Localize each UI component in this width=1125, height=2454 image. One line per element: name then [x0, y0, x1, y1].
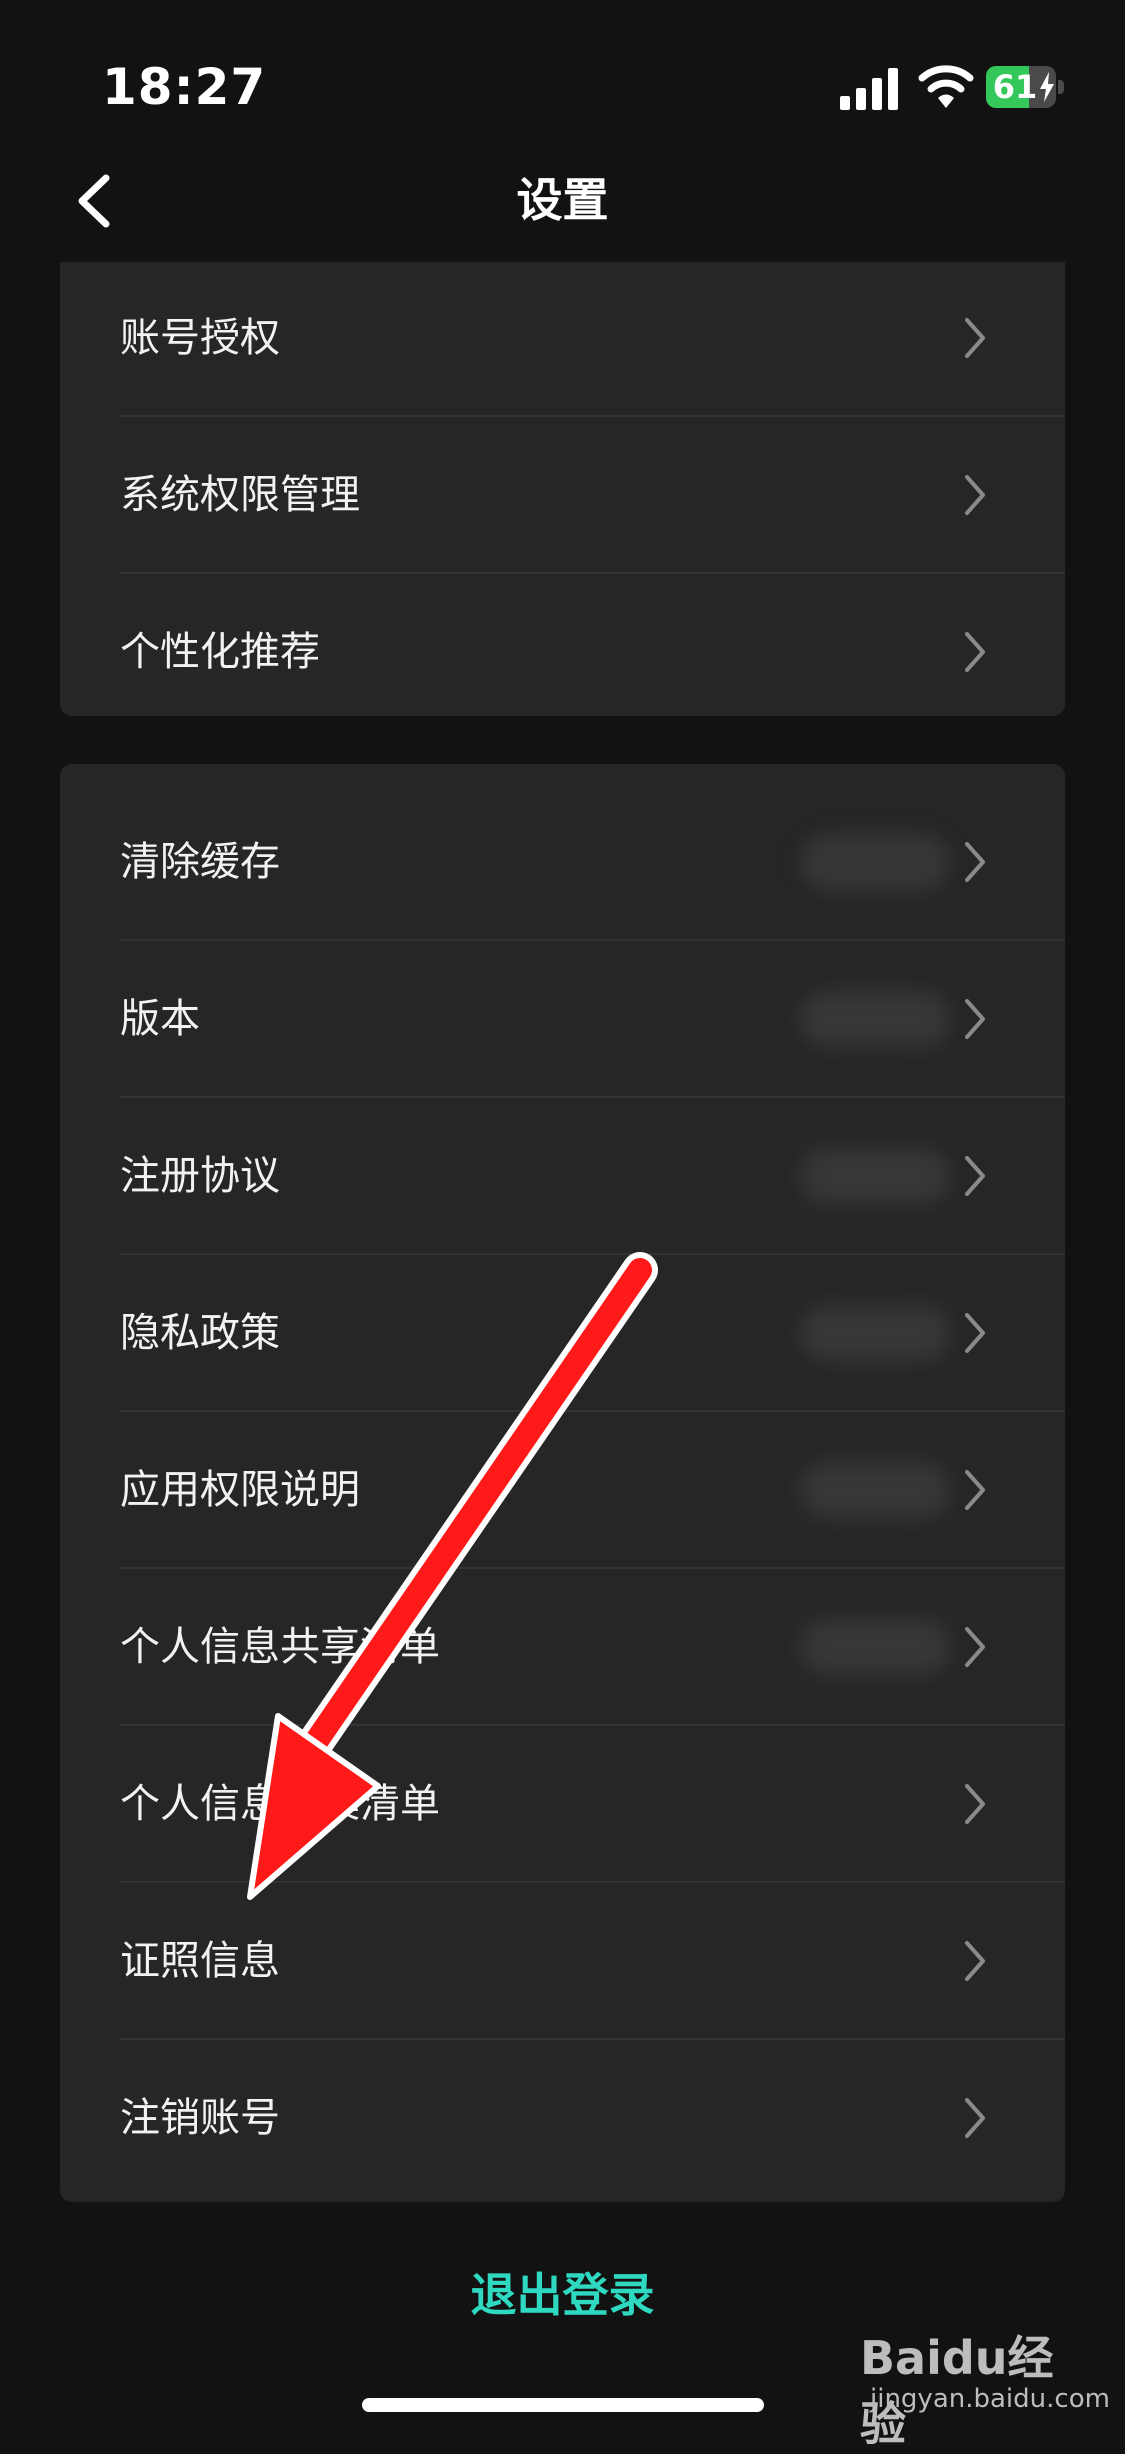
settings-row-personalized-recommendation[interactable]: 个性化推荐: [60, 574, 1065, 716]
chevron-right-icon: [965, 2098, 985, 2138]
settings-row-label: 注销账号: [120, 2095, 280, 2141]
settings-row-registration-agreement[interactable]: 注册协议: [60, 1098, 1065, 1255]
blurred-value: [800, 1305, 950, 1361]
settings-row-clear-cache[interactable]: 清除缓存: [60, 784, 1065, 941]
settings-row-label: 隐私政策: [120, 1310, 280, 1356]
settings-row-label: 应用权限说明: [120, 1467, 360, 1513]
nav-header: 设置: [0, 150, 1125, 250]
baidu-watermark: Baidu经验 jingyan.baidu.com: [860, 2322, 1110, 2451]
blurred-value: [800, 1148, 950, 1204]
settings-row-label: 个人信息收集清单: [120, 1781, 440, 1827]
blurred-value: [800, 1619, 950, 1675]
battery-icon: 61: [986, 66, 1064, 108]
blurred-value: [800, 834, 950, 890]
chevron-right-icon: [965, 632, 985, 672]
blurred-value: [800, 991, 950, 1047]
settings-group-general: 清除缓存 版本 注册协议 隐私政策 应用权限说明 个人信息共享清单 个人信息收集…: [60, 764, 1065, 2202]
settings-row-system-permissions[interactable]: 系统权限管理: [60, 417, 1065, 574]
chevron-right-icon: [965, 1627, 985, 1667]
settings-row-label: 系统权限管理: [120, 472, 360, 518]
battery-percent: 61: [992, 68, 1038, 106]
settings-row-label: 版本: [120, 996, 200, 1042]
charging-bolt-icon: [1040, 72, 1054, 102]
watermark-url: jingyan.baidu.com: [870, 2384, 1110, 2414]
wifi-icon: [918, 65, 974, 108]
status-bar: 18:27 61: [0, 0, 1125, 170]
settings-row-info-sharing-list[interactable]: 个人信息共享清单: [60, 1569, 1065, 1726]
settings-row-delete-account[interactable]: 注销账号: [60, 2040, 1065, 2197]
settings-row-label: 账号授权: [120, 315, 280, 361]
settings-row-info-collection-list[interactable]: 个人信息收集清单: [60, 1726, 1065, 1883]
status-time: 18:27: [102, 58, 267, 116]
settings-row-label: 清除缓存: [120, 839, 280, 885]
chevron-right-icon: [965, 1156, 985, 1196]
home-indicator[interactable]: [362, 2398, 764, 2412]
settings-row-license-info[interactable]: 证照信息: [60, 1883, 1065, 2040]
settings-row-account-authorization[interactable]: 账号授权: [60, 262, 1065, 417]
settings-row-label: 注册协议: [120, 1153, 280, 1199]
settings-row-privacy-policy[interactable]: 隐私政策: [60, 1255, 1065, 1412]
settings-group-account: 账号授权 系统权限管理 个性化推荐: [60, 262, 1065, 716]
chevron-right-icon: [965, 475, 985, 515]
chevron-right-icon: [965, 1313, 985, 1353]
chevron-right-icon: [965, 999, 985, 1039]
chevron-right-icon: [965, 842, 985, 882]
chevron-right-icon: [965, 1941, 985, 1981]
cellular-signal-icon: [840, 68, 898, 110]
settings-row-label: 个性化推荐: [120, 629, 320, 675]
page-title: 设置: [516, 173, 609, 227]
settings-row-label: 证照信息: [120, 1938, 280, 1984]
chevron-right-icon: [965, 1470, 985, 1510]
settings-row-version[interactable]: 版本: [60, 941, 1065, 1098]
blurred-value: [800, 1462, 950, 1518]
settings-row-app-permissions[interactable]: 应用权限说明: [60, 1412, 1065, 1569]
chevron-right-icon: [965, 318, 985, 358]
settings-row-label: 个人信息共享清单: [120, 1624, 440, 1670]
chevron-right-icon: [965, 1784, 985, 1824]
